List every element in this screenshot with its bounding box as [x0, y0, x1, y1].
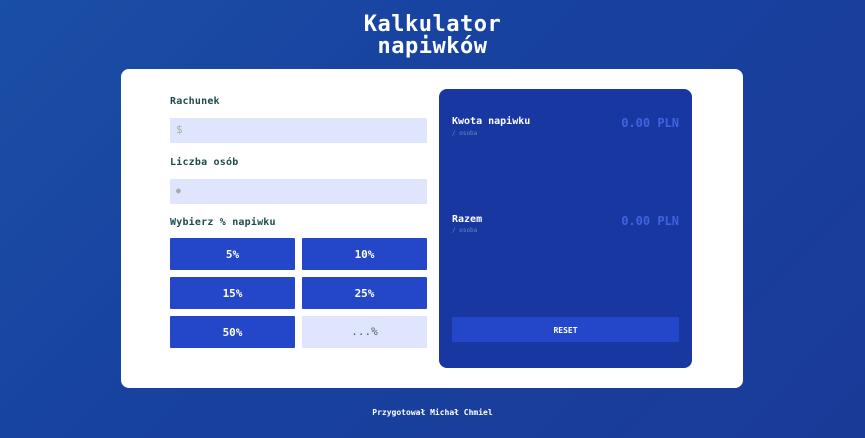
tip-button-5[interactable]: 5% — [170, 238, 295, 270]
dollar-icon: $ — [176, 123, 183, 136]
bill-label: Rachunek — [170, 96, 220, 107]
reset-button[interactable]: RESET — [452, 317, 679, 342]
bill-input[interactable] — [192, 118, 426, 145]
tip-amount-value: 0.00 PLN — [621, 116, 679, 130]
tip-amount-sub: / osoba — [452, 130, 478, 137]
bill-field[interactable]: $ — [170, 118, 427, 145]
people-input[interactable] — [192, 179, 426, 206]
calculator-card: Rachunek $ Liczba osób ● Wybierz % napiw… — [121, 69, 743, 388]
tip-amount-label: Kwota napiwku — [452, 116, 531, 127]
tip-label: Wybierz % napiwku — [170, 217, 276, 228]
tip-button-10[interactable]: 10% — [302, 238, 427, 270]
tip-button-50[interactable]: 50% — [170, 316, 295, 348]
total-value: 0.00 PLN — [621, 214, 679, 228]
page-title: Kalkulator napiwków — [0, 14, 865, 58]
title-line-2: napiwków — [377, 34, 488, 59]
footer-credit: Przygotował Michał Chmiel — [372, 408, 493, 417]
tip-button-25[interactable]: 25% — [302, 277, 427, 309]
people-label: Liczba osób — [170, 157, 239, 168]
total-sub: / osoba — [452, 227, 478, 234]
person-icon: ● — [176, 186, 181, 195]
people-field[interactable]: ● — [170, 179, 427, 206]
title-line-1: Kalkulator — [363, 12, 502, 37]
results-panel: Kwota napiwku / osoba 0.00 PLN Razem / o… — [439, 89, 692, 368]
total-label: Razem — [452, 214, 483, 225]
custom-tip-input[interactable]: ...% — [302, 316, 427, 348]
tip-button-15[interactable]: 15% — [170, 277, 295, 309]
